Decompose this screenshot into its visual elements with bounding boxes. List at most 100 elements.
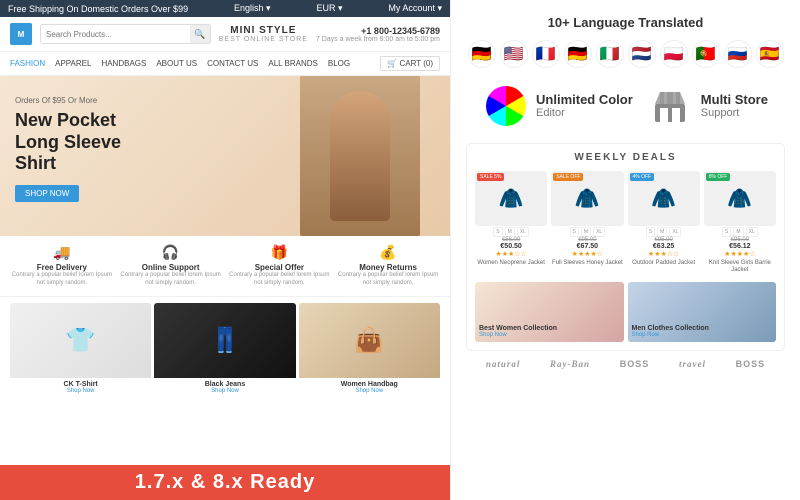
nav-brands[interactable]: ALL BRANDS — [268, 59, 318, 68]
lang-select[interactable]: English ▾ — [234, 3, 271, 14]
flag-es: 🇪🇸 — [756, 40, 784, 68]
multi-store-card: Multi Store Support — [648, 83, 768, 128]
deal-stars-2: ★★★★☆ — [551, 250, 623, 258]
delivery-title: Free Delivery — [10, 263, 114, 272]
brand-rayban: Ray-Ban — [550, 359, 590, 369]
currency-select[interactable]: EUR ▾ — [316, 3, 342, 14]
cart-button[interactable]: 🛒 CART (0) — [380, 56, 440, 71]
deal-item-2[interactable]: SALE OFF 🧥 S M XL €95.00 €67.50 ★★★★☆ Fu… — [551, 171, 623, 274]
flag-it: 🇮🇹 — [596, 40, 624, 68]
offer-desc: Contrary a popular belief lorem Ipsum no… — [228, 272, 332, 288]
offer-title: Special Offer — [228, 263, 332, 272]
delivery-icon: 🚚 — [10, 244, 114, 261]
flag-pt: 🇵🇹 — [692, 40, 720, 68]
multi-store-text: Multi Store Support — [701, 92, 768, 119]
left-panel: Free Shipping On Domestic Orders Over $9… — [0, 0, 450, 500]
returns-desc: Contrary a popular belief lorem Ipsum no… — [336, 272, 440, 288]
multi-store-subtitle: Support — [701, 107, 768, 119]
nav-blog[interactable]: BLOG — [328, 59, 350, 68]
nav-apparel[interactable]: APPAREL — [55, 59, 91, 68]
deal-img-2: SALE OFF 🧥 — [551, 171, 623, 226]
brand-boss2: BOSS — [736, 359, 766, 369]
deals-grid: SALE 5% 🧥 S M XL €56.00 €50.50 ★★★☆☆ Wom… — [475, 171, 776, 274]
deal-new-1: €50.50 — [475, 243, 547, 250]
deal-stars-3: ★★★☆☆ — [628, 250, 700, 258]
deal-name-1: Women Neoprene Jacket — [475, 260, 547, 267]
nav-about[interactable]: ABOUT US — [156, 59, 197, 68]
phone-number: +1 800-12345-6789 — [316, 26, 440, 36]
store-header: M 🔍 MINI STYLE BEST ONLINE STORE +1 800-… — [0, 17, 450, 52]
handbag-image: 👜 — [299, 303, 440, 378]
tshirt-label: CK T-Shirt — [10, 381, 151, 388]
deal-name-4: Knit Sleeve Girls Barrie Jacket — [704, 260, 776, 274]
returns-icon: 💰 — [336, 244, 440, 261]
support-desc: Contrary a popular belief lorem Ipsum no… — [119, 272, 223, 288]
deal-item-1[interactable]: SALE 5% 🧥 S M XL €56.00 €50.50 ★★★☆☆ Wom… — [475, 171, 547, 274]
delivery-desc: Contrary a popular belief lorem Ipsum no… — [10, 272, 114, 288]
support-title: Online Support — [119, 263, 223, 272]
women-shop-link[interactable]: Shop Now — [479, 332, 620, 338]
search-input[interactable] — [41, 25, 190, 43]
hero-tag: Orders Of $95 Or More — [15, 96, 165, 105]
feature-offer: 🎁 Special Offer Contrary a popular belie… — [228, 244, 332, 288]
nav-fashion[interactable]: FASHION — [10, 59, 45, 68]
deal-opts-1: S M XL — [475, 227, 547, 237]
store-contact: +1 800-12345-6789 7 Days a week from 9:0… — [316, 26, 440, 43]
brands-row: natural Ray-Ban BOSS travel BOSS — [466, 359, 785, 369]
deal-name-3: Outdoor Padded Jacket — [628, 260, 700, 267]
hero-title: New Pocket Long Sleeve Shirt — [15, 110, 165, 175]
men-shop-link[interactable]: Shop Now — [632, 332, 773, 338]
store-brand: MINI STYLE BEST ONLINE STORE — [219, 25, 308, 43]
brand-boss1: BOSS — [620, 359, 650, 369]
multi-store-title: Multi Store — [701, 92, 768, 107]
deal-item-4[interactable]: 8% OFF 🧥 S M XL €95.00 €56.12 ★★★★☆ Knit… — [704, 171, 776, 274]
color-editor-text: Unlimited Color Editor — [536, 92, 633, 119]
flag-nl: 🇳🇱 — [628, 40, 656, 68]
product-handbag[interactable]: 👜 Women Handbag Shop Now — [299, 303, 440, 403]
shop-now-button[interactable]: SHOP NOW — [15, 185, 79, 202]
hero-content: Orders Of $95 Or More New Pocket Long Sl… — [15, 96, 165, 202]
deal-img-4: 8% OFF 🧥 — [704, 171, 776, 226]
store-hours: 7 Days a week from 9:00 am to 5:00 pm — [316, 36, 440, 43]
nav-handbags[interactable]: HANDBAGS — [101, 59, 146, 68]
brand-sub: BEST ONLINE STORE — [219, 36, 308, 43]
shipping-bar: Free Shipping On Domestic Orders Over $9… — [0, 0, 450, 17]
languages-title: 10+ Language Translated — [466, 15, 785, 30]
version-badge: 1.7.x & 8.x Ready — [0, 465, 450, 500]
deal-new-2: €67.50 — [551, 243, 623, 250]
tshirt-link[interactable]: Shop Now — [10, 388, 151, 394]
brand-name: MINI STYLE — [219, 25, 308, 36]
search-icon[interactable]: 🔍 — [190, 25, 210, 43]
deal-badge-2: SALE OFF — [553, 173, 583, 181]
brand-natural: natural — [486, 359, 521, 369]
pants-link[interactable]: Shop Now — [154, 388, 295, 394]
nav-contact[interactable]: CONTACT US — [207, 59, 258, 68]
offer-icon: 🎁 — [228, 244, 332, 261]
store-nav: FASHION APPAREL HANDBAGS ABOUT US CONTAC… — [0, 52, 450, 76]
feature-delivery: 🚚 Free Delivery Contrary a popular belie… — [10, 244, 114, 288]
men-collection-banner[interactable]: Men Clothes Collection Shop Now — [628, 282, 777, 342]
deal-item-3[interactable]: 4% OFF 🧥 S M XL €95.00 €63.25 ★★★☆☆ Outd… — [628, 171, 700, 274]
product-pants[interactable]: 👖 Black Jeans Shop Now — [154, 303, 295, 403]
color-editor-subtitle: Editor — [536, 107, 633, 119]
returns-title: Money Returns — [336, 263, 440, 272]
deal-new-4: €56.12 — [704, 243, 776, 250]
store-logo[interactable]: M — [10, 23, 32, 45]
flags-row: 🇩🇪 🇺🇸 🇫🇷 🇩🇪 🇮🇹 🇳🇱 🇵🇱 🇵🇹 🇷🇺 🇪🇸 — [466, 40, 785, 68]
deal-stars-1: ★★★☆☆ — [475, 250, 547, 258]
men-collection-title: Men Clothes Collection — [632, 325, 773, 332]
deal-new-3: €63.25 — [628, 243, 700, 250]
account-select[interactable]: My Account ▾ — [388, 3, 442, 14]
collection-row: Best Women Collection Shop Now Men Cloth… — [475, 282, 776, 342]
women-collection-banner[interactable]: Best Women Collection Shop Now — [475, 282, 624, 342]
bottom-products: 👕 CK T-Shirt Shop Now 👖 Black Jeans Shop… — [0, 297, 450, 409]
right-panel: 10+ Language Translated 🇩🇪 🇺🇸 🇫🇷 🇩🇪 🇮🇹 🇳… — [450, 0, 800, 500]
weekly-deals-section: WEEKLY DEALS SALE 5% 🧥 S M XL €56.00 €50… — [466, 143, 785, 351]
product-tshirt[interactable]: 👕 CK T-Shirt Shop Now — [10, 303, 151, 403]
flag-us: 🇺🇸 — [500, 40, 528, 68]
feature-returns: 💰 Money Returns Contrary a popular belie… — [336, 244, 440, 288]
deal-name-2: Full Sleeves Honey Jacket — [551, 260, 623, 267]
deal-badge-4: 8% OFF — [706, 173, 731, 181]
women-collection-title: Best Women Collection — [479, 325, 620, 332]
handbag-link[interactable]: Shop Now — [299, 388, 440, 394]
